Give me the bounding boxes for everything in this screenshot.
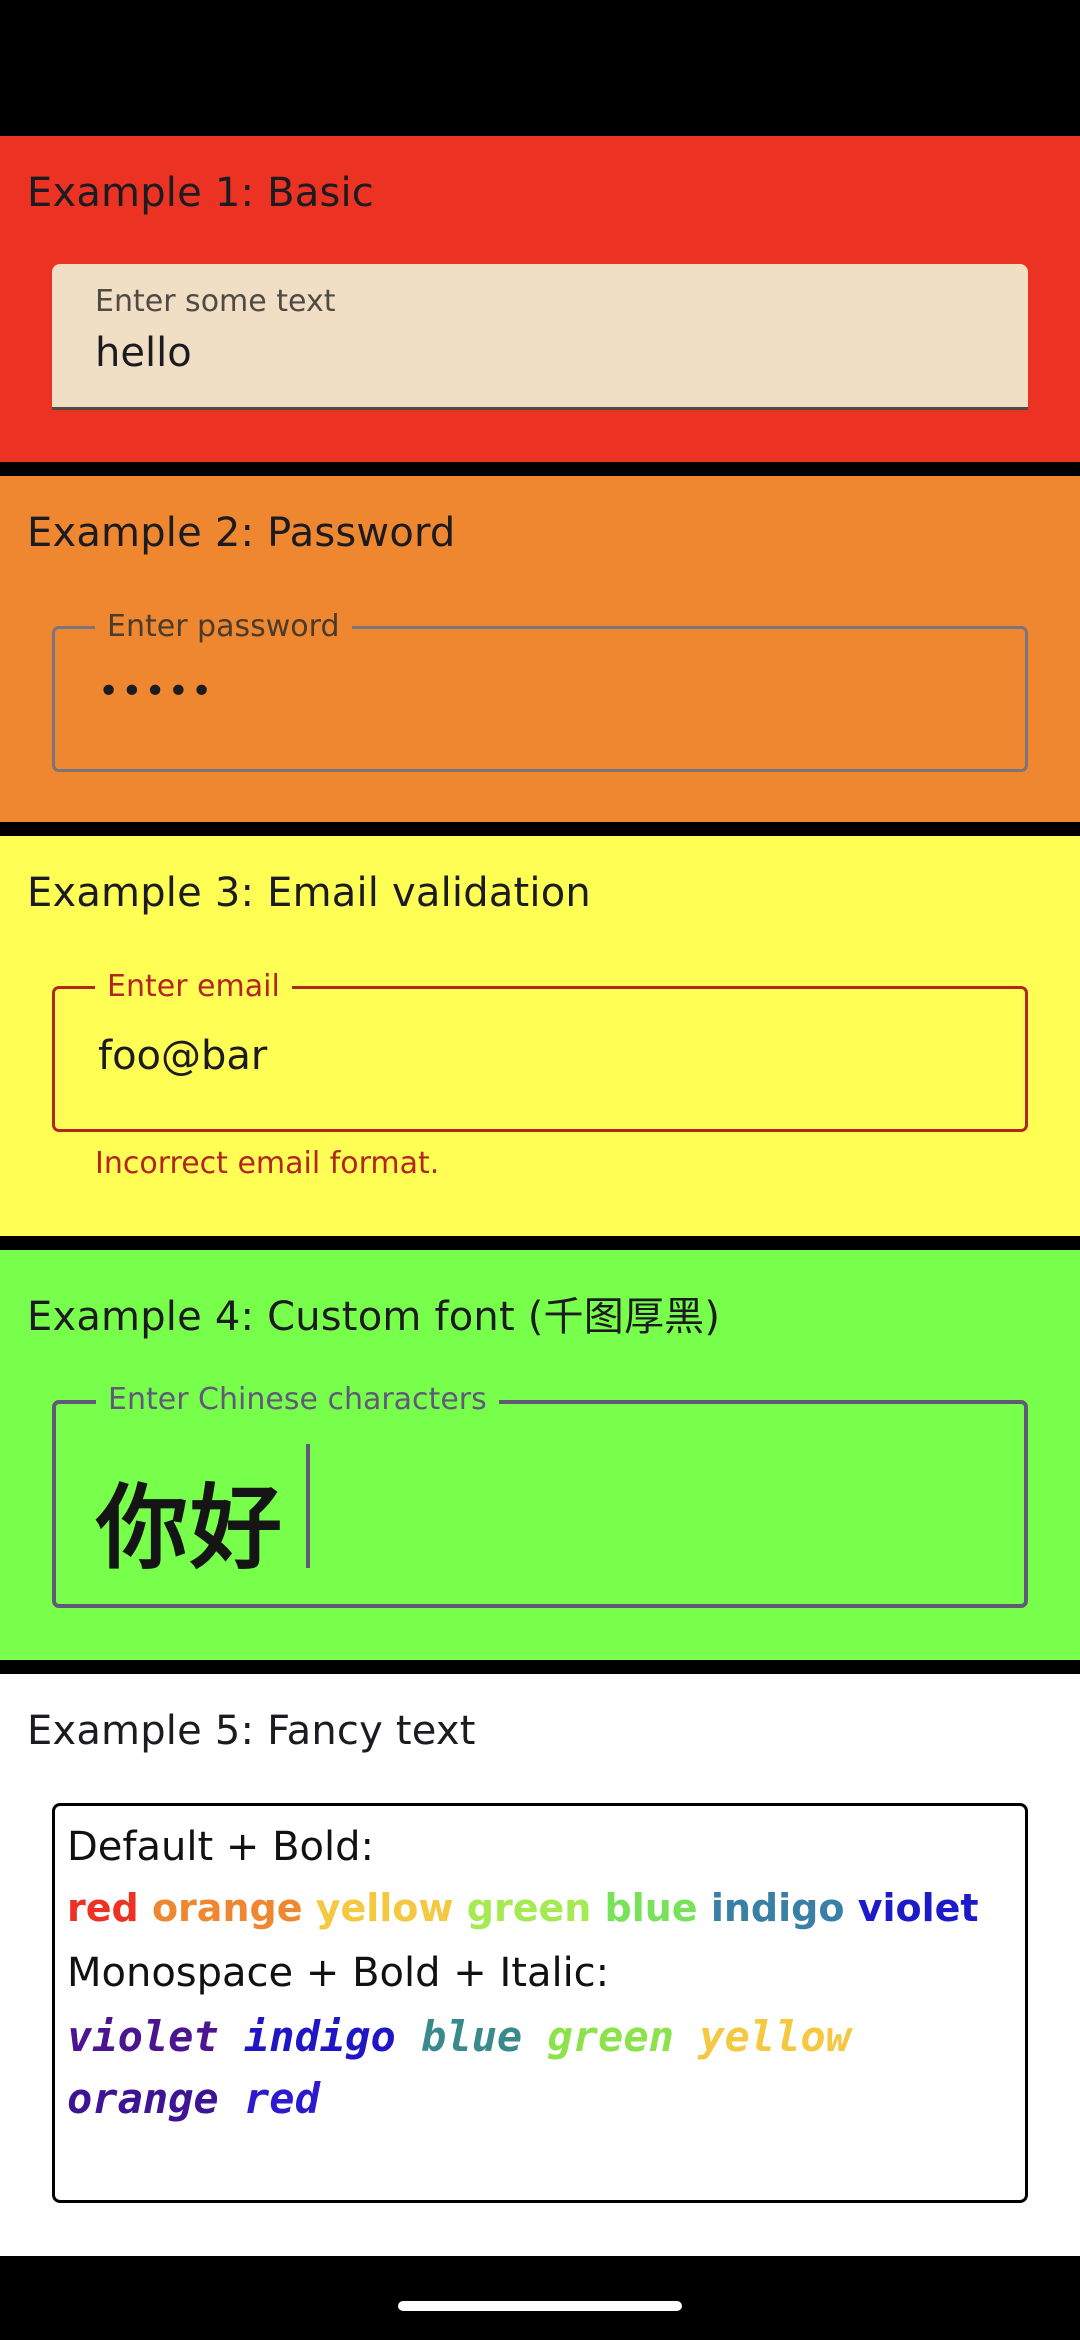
text-cursor (306, 1444, 310, 1568)
password-field[interactable]: Enter password ••••• (52, 609, 1028, 772)
rainbow-word: violet (857, 1886, 979, 1930)
email-field-label: Enter email (95, 969, 292, 1005)
example-2-title: Example 2: Password (27, 510, 456, 556)
fancy-rainbow-bold-line: red orange yellow green blue indigo viol… (67, 1886, 979, 1930)
example-4-title: Example 4: Custom font (千图厚黑) (27, 1294, 721, 1340)
rainbow-mono-word: green (547, 2012, 674, 2061)
rainbow-mono-word: violet (67, 2012, 219, 2061)
example-1-title: Example 1: Basic (27, 170, 374, 216)
rainbow-mono-word: blue (421, 2012, 523, 2061)
rainbow-word: indigo (710, 1886, 845, 1930)
example-5-title: Example 5: Fancy text (27, 1708, 476, 1754)
example-email-section: Example 3: Email validation Enter email … (0, 836, 1080, 1236)
navigation-bar (0, 2256, 1080, 2340)
rainbow-word: green (466, 1886, 592, 1930)
rainbow-word: yellow (315, 1886, 454, 1930)
email-field-value: foo@bar (98, 1033, 268, 1079)
rainbow-word: red (67, 1886, 139, 1930)
example-password-section: Example 2: Password Enter password ••••• (0, 476, 1080, 822)
chinese-field-value: 你好 (96, 1475, 285, 1582)
chinese-field-label: Enter Chinese characters (96, 1382, 499, 1418)
rainbow-mono-word: yellow (699, 2012, 851, 2061)
example-basic-section: Example 1: Basic Enter some text hello (0, 136, 1080, 462)
example-3-title: Example 3: Email validation (27, 870, 591, 916)
example-custom-font-section: Example 4: Custom font (千图厚黑) Enter Chin… (0, 1250, 1080, 1660)
chinese-characters-field[interactable]: Enter Chinese characters 你好 (52, 1382, 1028, 1608)
basic-field-value: hello (95, 330, 192, 376)
password-field-value: ••••• (98, 671, 215, 712)
fancy-rainbow-mono-line-1: violet indigo blue green yellow (67, 2012, 851, 2061)
status-bar (0, 0, 1080, 136)
basic-text-field[interactable]: Enter some text hello (52, 264, 1028, 410)
rainbow-word: orange (151, 1886, 303, 1930)
fancy-rainbow-mono-line-2: orange red (67, 2074, 320, 2123)
rainbow-mono-word: indigo (244, 2012, 396, 2061)
email-field[interactable]: Enter email foo@bar (52, 969, 1028, 1132)
rainbow-mono-word: orange (67, 2074, 219, 2123)
home-gesture-handle[interactable] (398, 2301, 682, 2311)
rainbow-word: blue (604, 1886, 698, 1930)
fancy-line-mono-label: Monospace + Bold + Italic: (67, 1950, 610, 1996)
basic-field-label: Enter some text (95, 284, 336, 319)
password-field-label: Enter password (95, 609, 352, 645)
fancy-line-default-bold-label: Default + Bold: (67, 1824, 374, 1870)
email-error-text: Incorrect email format. (95, 1146, 440, 1181)
rainbow-mono-word: red (244, 2074, 320, 2123)
fancy-text-field[interactable]: Default + Bold: red orange yellow green … (52, 1803, 1028, 2203)
